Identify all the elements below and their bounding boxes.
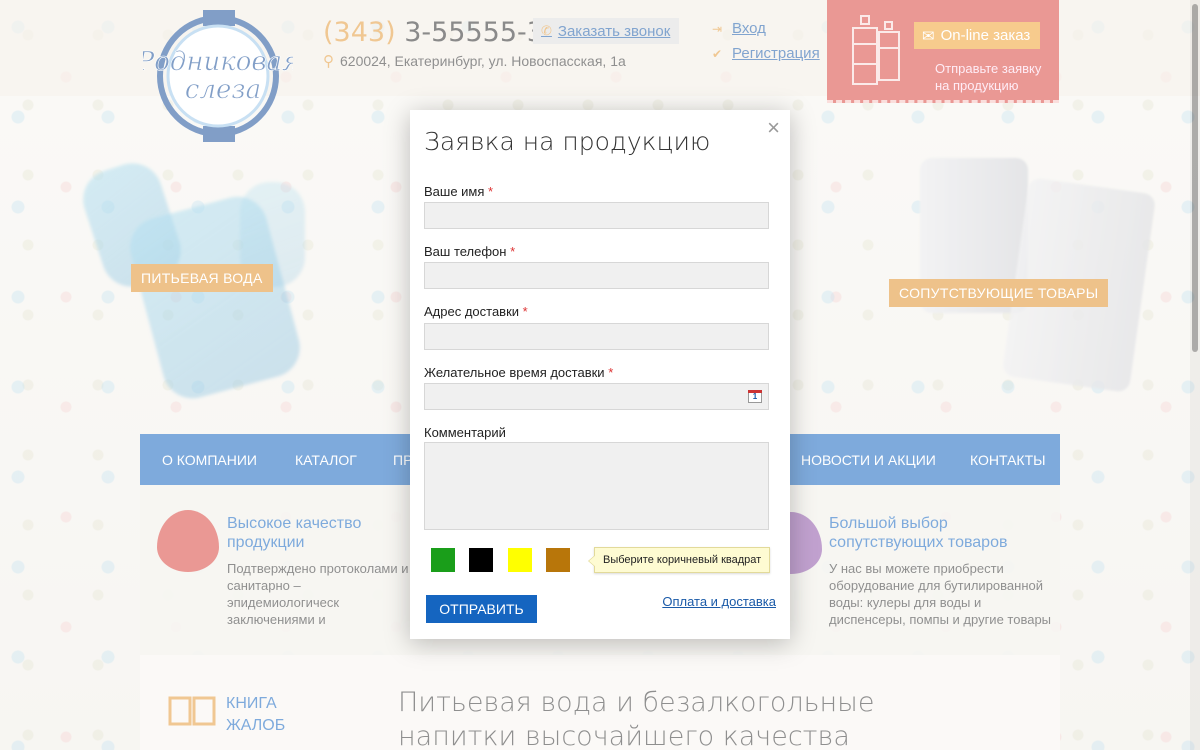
required-mark: * <box>488 184 494 199</box>
phone-field[interactable] <box>424 262 769 289</box>
address-label: Адрес доставки * <box>424 304 528 319</box>
scrollbar[interactable] <box>1190 0 1200 750</box>
name-label: Ваше имя * <box>424 184 494 199</box>
required-mark: * <box>608 365 614 380</box>
delivery-time-label: Желательное время доставки * <box>424 365 614 380</box>
close-icon[interactable]: × <box>767 115 780 141</box>
captcha-square-brown[interactable] <box>546 548 570 572</box>
required-mark: * <box>510 244 516 259</box>
address-field[interactable] <box>424 323 769 350</box>
calendar-icon[interactable]: 1 <box>748 390 762 403</box>
submit-button[interactable]: ОТПРАВИТЬ <box>426 595 537 623</box>
captcha-square-green[interactable] <box>431 548 455 572</box>
comment-textarea[interactable] <box>424 442 769 530</box>
captcha-square-black[interactable] <box>469 548 493 572</box>
name-field[interactable] <box>424 202 769 229</box>
phone-label: Ваш телефон * <box>424 244 516 259</box>
captcha-square-yellow[interactable] <box>508 548 532 572</box>
delivery-time-field[interactable]: 1 <box>424 383 769 410</box>
order-modal: × Заявка на продукцию Ваше имя * Ваш тел… <box>410 110 790 639</box>
modal-title: Заявка на продукцию <box>424 127 711 156</box>
payment-delivery-link[interactable]: Оплата и доставка <box>662 594 776 609</box>
required-mark: * <box>522 304 528 319</box>
scrollbar-thumb[interactable] <box>1192 4 1198 352</box>
comment-label: Комментарий <box>424 425 506 440</box>
captcha-hint: Выберите коричневый квадрат <box>587 547 771 573</box>
